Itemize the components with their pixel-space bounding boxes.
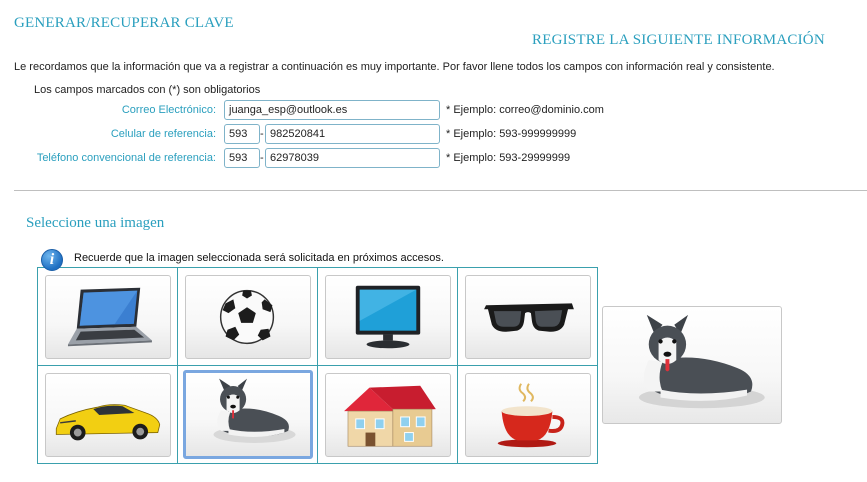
grid-cell <box>38 366 178 464</box>
required-fields-note: Los campos marcados con (*) son obligato… <box>34 84 261 96</box>
info-icon: i <box>41 249 63 271</box>
coffee-cup-icon <box>497 383 565 448</box>
image-option-sunglasses[interactable] <box>465 275 591 359</box>
cell-phone-example: * Ejemplo: 593-999999999 <box>446 128 577 140</box>
monitor-icon <box>355 285 421 349</box>
image-option-house[interactable] <box>325 373 451 457</box>
landline-label: Teléfono convencional de referencia: <box>36 152 216 164</box>
cell-phone-separator: - <box>260 128 264 140</box>
email-label: Correo Electrónico: <box>121 104 216 116</box>
image-option-sports-car[interactable] <box>45 373 171 457</box>
cell-phone-label: Celular de referencia: <box>110 128 216 140</box>
grid-cell <box>458 366 598 464</box>
image-selection-grid <box>37 267 598 464</box>
landline-prefix-field[interactable]: 593 <box>224 148 260 168</box>
landline-separator: - <box>260 152 264 164</box>
grid-cell <box>178 366 318 464</box>
soccer-ball-icon <box>219 289 275 345</box>
husky-dog-icon <box>638 314 765 409</box>
landline-number-field[interactable]: 62978039 <box>265 148 440 168</box>
section-title: REGISTRE LA SIGUIENTE INFORMACIÓN <box>532 32 825 48</box>
cell-phone-number-field[interactable]: 982520841 <box>265 124 440 144</box>
image-option-monitor[interactable] <box>325 275 451 359</box>
email-field[interactable]: juanga_esp@outlook.es <box>224 100 440 120</box>
landline-example: * Ejemplo: 593-29999999 <box>446 152 571 164</box>
house-icon <box>344 385 436 447</box>
email-example: * Ejemplo: correo@dominio.com <box>446 104 604 116</box>
image-reminder-text: Recuerde que la imagen seleccionada será… <box>74 252 444 264</box>
image-option-husky-dog[interactable] <box>183 370 313 459</box>
sports-car-icon <box>55 404 161 441</box>
laptop-icon <box>67 287 152 347</box>
sunglasses-icon <box>484 303 574 332</box>
section-divider <box>14 190 867 191</box>
grid-cell <box>318 268 458 366</box>
intro-text: Le recordamos que la información que va … <box>14 61 775 73</box>
grid-cell <box>458 268 598 366</box>
page-title: GENERAR/RECUPERAR CLAVE <box>14 15 234 31</box>
grid-cell <box>38 268 178 366</box>
grid-cell <box>318 366 458 464</box>
grid-cell <box>178 268 318 366</box>
landline-row: Teléfono convencional de referencia: 593… <box>0 148 867 170</box>
image-option-soccer-ball[interactable] <box>185 275 311 359</box>
image-option-coffee-cup[interactable] <box>465 373 591 457</box>
cell-phone-row: Celular de referencia: 593 - 982520841 *… <box>0 124 867 146</box>
image-option-laptop[interactable] <box>45 275 171 359</box>
image-section-title: Seleccione una imagen <box>26 215 165 231</box>
husky-dog-icon <box>213 378 296 443</box>
cell-phone-prefix-field[interactable]: 593 <box>224 124 260 144</box>
email-row: Correo Electrónico: juanga_esp@outlook.e… <box>0 100 867 122</box>
selected-image-preview <box>602 306 782 424</box>
